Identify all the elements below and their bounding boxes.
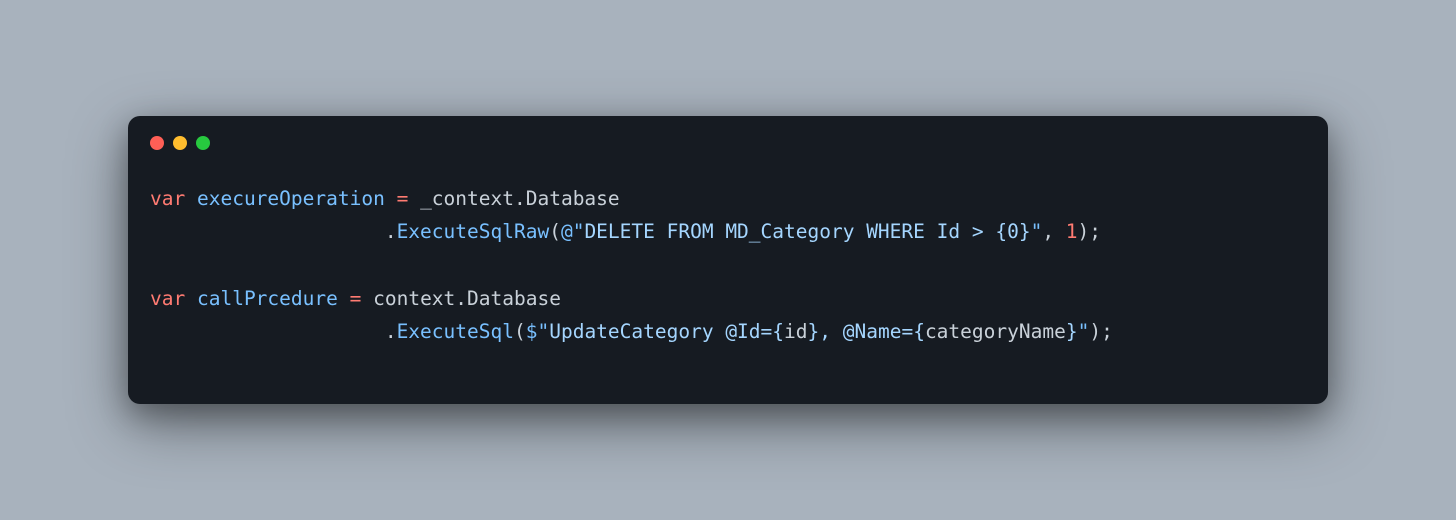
operator-eq: = — [385, 187, 420, 210]
minimize-icon[interactable] — [173, 136, 187, 150]
operator-eq: = — [338, 287, 373, 310]
string-part: UpdateCategory @Id= — [549, 320, 772, 343]
code-block: var execureOperation = _context.Database… — [128, 150, 1328, 404]
method-name: ExecuteSql — [397, 320, 514, 343]
indent — [150, 320, 385, 343]
code-line-2: .ExecuteSqlRaw(@"DELETE FROM MD_Category… — [150, 220, 1101, 243]
identifier: _context — [420, 187, 514, 210]
code-line-1: var execureOperation = _context.Database — [150, 187, 620, 210]
property: Database — [467, 287, 561, 310]
dollar-sign: $ — [526, 320, 538, 343]
string-part: , @Name= — [819, 320, 913, 343]
paren-open: ( — [514, 320, 526, 343]
variable-name: callPrcedure — [197, 287, 338, 310]
comma: , — [1042, 220, 1065, 243]
interp-close: } — [808, 320, 820, 343]
property: Database — [526, 187, 620, 210]
code-window: var execureOperation = _context.Database… — [128, 116, 1328, 404]
dot: . — [385, 320, 397, 343]
window-controls — [128, 116, 1328, 150]
quote: " — [537, 320, 549, 343]
paren-close: ); — [1078, 220, 1101, 243]
code-line-4: var callPrcedure = context.Database — [150, 287, 561, 310]
quote: " — [573, 220, 585, 243]
at-sign: @ — [561, 220, 573, 243]
interp-open: { — [772, 320, 784, 343]
maximize-icon[interactable] — [196, 136, 210, 150]
quote: " — [1078, 320, 1090, 343]
interp-open: { — [913, 320, 925, 343]
keyword-var: var — [150, 187, 185, 210]
identifier: context — [373, 287, 455, 310]
number-literal: 1 — [1066, 220, 1078, 243]
quote: " — [1031, 220, 1043, 243]
paren-close: ); — [1089, 320, 1112, 343]
dot: . — [385, 220, 397, 243]
method-name: ExecuteSqlRaw — [397, 220, 550, 243]
keyword-var: var — [150, 287, 185, 310]
interp-var: id — [784, 320, 807, 343]
dot: . — [514, 187, 526, 210]
string-literal: DELETE FROM MD_Category WHERE Id > {0} — [584, 220, 1030, 243]
paren-open: ( — [549, 220, 561, 243]
indent — [150, 220, 385, 243]
variable-name: execureOperation — [197, 187, 385, 210]
close-icon[interactable] — [150, 136, 164, 150]
code-line-5: .ExecuteSql($"UpdateCategory @Id={id}, @… — [150, 320, 1113, 343]
interp-var: categoryName — [925, 320, 1066, 343]
interp-close: } — [1066, 320, 1078, 343]
dot: . — [455, 287, 467, 310]
